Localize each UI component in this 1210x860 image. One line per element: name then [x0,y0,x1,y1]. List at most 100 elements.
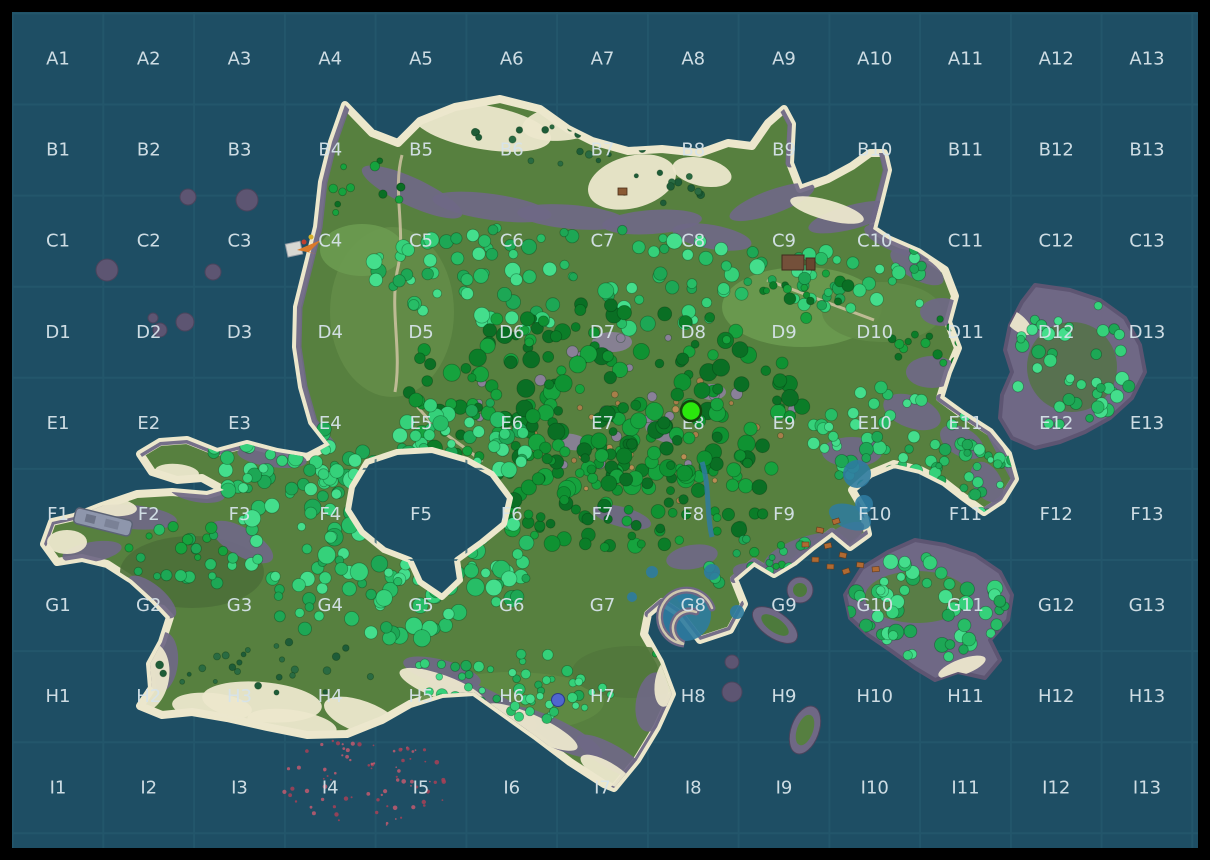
coral-dot [397,769,401,773]
grid-cell-label: H2 [136,686,161,707]
tree [486,665,495,673]
grid-cell-label: F4 [319,504,341,525]
grid-cell-label: B8 [681,140,705,161]
tree [278,656,286,663]
grid-cell-label: D1 [45,322,70,343]
tree [473,306,491,324]
grid-cell-label: C1 [46,231,70,252]
tree [1113,328,1126,341]
island-map[interactable]: A1 A2 A3 A4 A5 A6 A7 A8 A9 A10 A11 A12 A13 B1 B2 B3 B4 B5… [12,12,1198,848]
coral-dot [334,771,337,775]
coral-dot [343,796,349,801]
tree [537,315,550,327]
tree [671,405,680,414]
tree [460,362,472,374]
grid-cell-label: G11 [947,595,984,616]
tree [768,554,776,562]
tree [1085,413,1094,423]
tree [963,471,975,483]
grid-cell-label: I2 [140,777,157,798]
grid-cell-label: G5 [408,595,433,616]
tree [236,659,243,666]
grid-cell-label: F10 [858,504,891,525]
coral-dot [414,749,417,752]
tree [324,530,337,544]
tree [366,672,374,681]
tree [457,672,467,681]
tree [666,460,676,470]
grid-cell-label: A13 [1129,49,1164,70]
coral-dot [411,750,415,753]
tree [694,187,703,196]
grid-cell-label: I4 [322,777,339,798]
tree [646,391,658,402]
tree [567,692,578,703]
coral-dot [311,811,316,816]
map-frame: A1 A2 A3 A4 A5 A6 A7 A8 A9 A10 A11 A12 A13 B1 B2 B3 B4 B5… [12,12,1198,848]
rock-islet [721,681,743,703]
tree [604,298,618,313]
grid-cell-label: A3 [228,49,252,70]
coral-dot [398,747,403,752]
grid-cell-label: I6 [503,777,520,798]
tree [772,373,788,388]
tree [676,464,693,482]
grid-cell-label: C11 [948,231,983,252]
grid-cell-label: B1 [46,140,70,161]
tree [559,446,571,458]
coral-dot [282,789,287,795]
tree [289,672,296,679]
tree [655,523,666,534]
tree [531,472,546,486]
tree [599,542,610,553]
tree [760,365,772,377]
grid-cell-label: E5 [410,413,433,434]
tree [578,537,592,551]
beach-hut [617,187,628,196]
tree [460,273,474,287]
grid-cell-label: E6 [500,413,523,434]
tree [541,648,554,661]
tree [421,375,434,387]
tree [568,355,587,374]
grid-cell-label: D8 [681,322,706,343]
tree [874,264,885,275]
tree [854,386,867,399]
tree [731,341,749,359]
tree [536,692,545,701]
tree [438,618,453,633]
tree [317,468,330,480]
tree [1031,344,1046,360]
tree [665,280,680,295]
tree [657,306,673,322]
coral-dot [401,779,407,784]
tree [587,472,599,484]
tree [291,578,306,593]
tree [961,438,974,451]
tree [396,182,406,192]
grid-cell-label: D3 [227,322,252,343]
coral-dot [370,762,374,766]
grid-cell-label: A8 [681,49,705,70]
tree [776,541,786,550]
tree [693,382,711,399]
tree [541,453,553,465]
tree [936,315,944,323]
coral-dot [305,749,309,753]
player-location-marker[interactable] [679,399,703,423]
tree [217,545,229,557]
tree [603,370,617,385]
tree [574,677,584,687]
tree [242,473,253,484]
tree [898,555,911,569]
tree [1026,323,1039,336]
tree [284,638,294,647]
tree [882,553,899,570]
grid-cell-label: F8 [682,504,704,525]
tree [632,342,650,360]
village-hut [815,526,825,534]
tree [508,668,517,677]
tree [1076,379,1087,390]
tree [542,261,557,277]
tree [240,651,247,658]
